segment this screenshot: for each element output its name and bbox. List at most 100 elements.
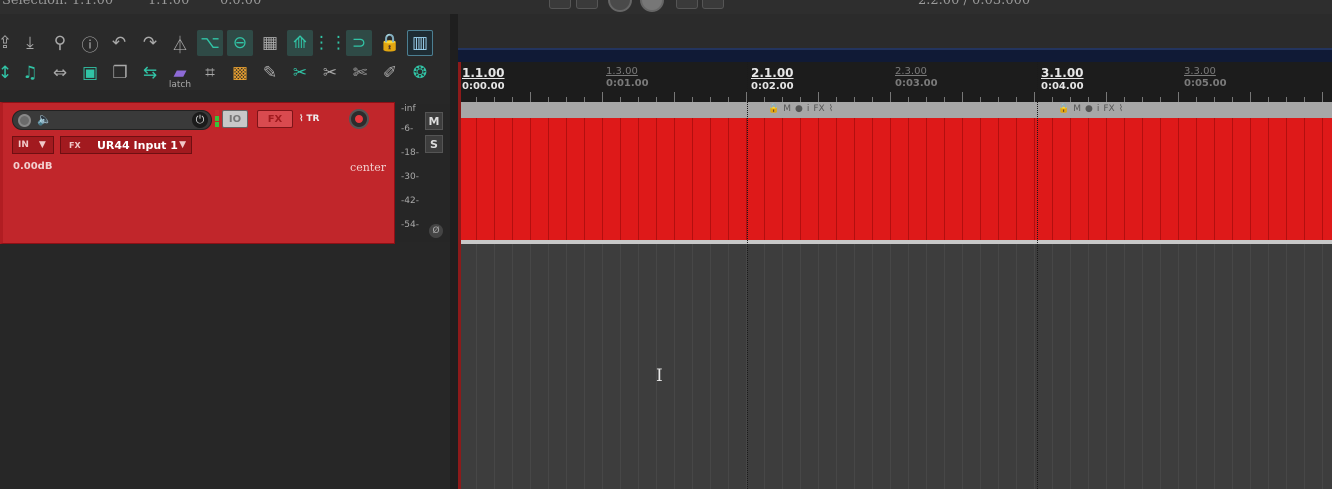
move-icon[interactable]: ↕ <box>0 60 18 86</box>
lock-icon[interactable]: 🔒 <box>768 104 779 114</box>
item-mute-button[interactable]: M <box>783 104 791 114</box>
grid-line <box>1016 118 1017 240</box>
go-start-button[interactable] <box>549 0 571 9</box>
grid-line <box>944 244 945 489</box>
grid-icon[interactable]: ▦ <box>257 30 283 56</box>
grid-line <box>602 244 603 489</box>
media-item[interactable] <box>458 118 1332 240</box>
grid-line <box>494 118 495 240</box>
record-monitor-icon[interactable] <box>18 114 31 127</box>
color-icon[interactable]: ▩ <box>227 60 253 86</box>
copy-icon[interactable]: ❐ <box>107 60 133 86</box>
pan-readout[interactable]: center <box>350 161 386 174</box>
grid-line <box>1214 118 1215 240</box>
grid-line <box>980 118 981 240</box>
fx-button[interactable]: FX <box>257 110 293 128</box>
solo-button[interactable]: S <box>425 135 443 153</box>
play-button[interactable] <box>640 0 664 12</box>
empty-track-area[interactable] <box>458 244 1332 489</box>
info-icon[interactable]: ⓘ <box>77 30 103 56</box>
item-info-button[interactable]: i <box>807 104 810 114</box>
grid-line <box>980 244 981 489</box>
timeline-ruler[interactable]: 1.1.00 0:00.00 1.3.00 0:01.00 2.1.00 0:02.0… <box>458 62 1332 102</box>
envelope-panel-icon[interactable]: ▥ <box>407 30 433 56</box>
metronome-icon[interactable]: ⇪ <box>0 30 18 56</box>
item-fx-button[interactable]: FX <box>1103 104 1114 114</box>
track-header[interactable]: 🔈 ⏻ IO FX ⌇ TR IN ▼ FX UR44 Input 1 ▼ 0.… <box>0 102 395 244</box>
item-fx-button[interactable]: FX <box>813 104 824 114</box>
lock-icon[interactable]: 🔒 <box>1058 104 1069 114</box>
glue-icon[interactable]: ⇔ <box>47 60 73 86</box>
pencil-icon[interactable]: ✎ <box>257 60 283 86</box>
latch-icon[interactable]: ▰ latch <box>167 60 193 90</box>
tcp-splitter[interactable] <box>450 14 458 489</box>
envelope-icon[interactable]: ⌇ <box>829 104 833 114</box>
link-icon[interactable]: ⊖ <box>227 30 253 56</box>
grid-line <box>1232 118 1233 240</box>
cut-alt-icon[interactable]: ✂ <box>317 60 343 86</box>
import-icon[interactable]: ⤓ <box>17 30 43 56</box>
grid-line <box>908 244 909 489</box>
region-bar[interactable] <box>458 48 1332 62</box>
paste-icon[interactable]: ▣ <box>77 60 103 86</box>
undo-icon[interactable]: ↶ <box>106 30 132 56</box>
grid-line <box>512 244 513 489</box>
split-icon[interactable]: ♫ <box>17 60 43 86</box>
pause-button[interactable] <box>702 0 724 9</box>
record-arm-button[interactable] <box>349 109 369 129</box>
envelope-icon[interactable]: ⌇ <box>1119 104 1123 114</box>
meter-label: -30- <box>401 172 419 182</box>
repeat-button[interactable] <box>730 0 752 9</box>
item-info-button[interactable]: i <box>1097 104 1100 114</box>
grid-line <box>908 118 909 240</box>
grid-line <box>1034 244 1035 489</box>
record-button[interactable] <box>608 0 632 12</box>
media-explorer-icon[interactable]: ⚲ <box>47 30 73 56</box>
snap-magnet-icon[interactable]: ⊃ <box>346 30 372 56</box>
trim-icon[interactable]: ⇆ <box>137 60 163 86</box>
grid-snap-icon[interactable]: ⌗ <box>197 60 223 86</box>
input-type-label: IN <box>18 140 29 150</box>
cut-icon[interactable]: ✂ <box>287 60 313 86</box>
auto-crossfade-icon[interactable]: ⟰ <box>287 30 313 56</box>
fx-icon[interactable]: ❂ <box>407 60 433 86</box>
marker-icon[interactable]: ✐ <box>377 60 403 86</box>
chevron-down-icon: ▼ <box>179 140 186 150</box>
input-type-dropdown[interactable]: IN ▼ <box>12 136 54 154</box>
take-notes-icon[interactable]: ● <box>795 104 803 114</box>
power-icon[interactable]: ⏻ <box>192 112 208 128</box>
grid-line <box>1052 118 1053 240</box>
phase-invert-button[interactable]: Ø <box>429 224 443 238</box>
scissors-icon[interactable]: ✄ <box>347 60 373 86</box>
ripple-icon[interactable]: ⌥ <box>197 30 223 56</box>
grid-line <box>890 244 891 489</box>
edit-cursor <box>458 62 461 489</box>
snap-grid-icon[interactable]: ⋮⋮ <box>313 30 347 56</box>
grid-line <box>638 244 639 489</box>
grid-line <box>1250 244 1251 489</box>
meter-label: -inf <box>401 104 416 114</box>
metronome-toggle-icon[interactable]: ⏃ <box>167 30 193 56</box>
envelope-button[interactable]: ⌇ TR <box>299 111 341 127</box>
stop-button[interactable] <box>676 0 698 9</box>
input-select-dropdown[interactable]: FX UR44 Input 1 ▼ <box>60 136 192 154</box>
lock-icon[interactable]: 🔒 <box>377 30 403 56</box>
go-end-button[interactable] <box>576 0 598 9</box>
volume-readout[interactable]: 0.00dB <box>13 161 52 172</box>
mute-button[interactable]: M <box>425 112 443 130</box>
track-name-field[interactable]: 🔈 ⏻ <box>12 110 212 130</box>
transport-bar: Selection: 1.1.00 1.1.00 0.0.00 2.2.00 /… <box>0 0 1332 14</box>
grid-line <box>602 118 603 240</box>
grid-line <box>656 118 657 240</box>
io-button[interactable]: IO <box>222 110 248 128</box>
arrange-view[interactable]: 1.1.00 0:00.00 1.3.00 0:01.00 2.1.00 0:02.0… <box>458 48 1332 489</box>
take-notes-icon[interactable]: ● <box>1085 104 1093 114</box>
item-mute-button[interactable]: M <box>1073 104 1081 114</box>
grid-line <box>998 244 999 489</box>
grid-line <box>584 244 585 489</box>
redo-icon[interactable]: ↷ <box>137 30 163 56</box>
grid-line <box>1088 118 1089 240</box>
media-item-header[interactable]: 🔒 M ● i FX ⌇ 🔒 M ● i FX ⌇ <box>458 102 1332 118</box>
grid-line <box>890 118 891 240</box>
ruler-mark-major: 3.1.00 0:04.00 <box>1041 66 1084 92</box>
